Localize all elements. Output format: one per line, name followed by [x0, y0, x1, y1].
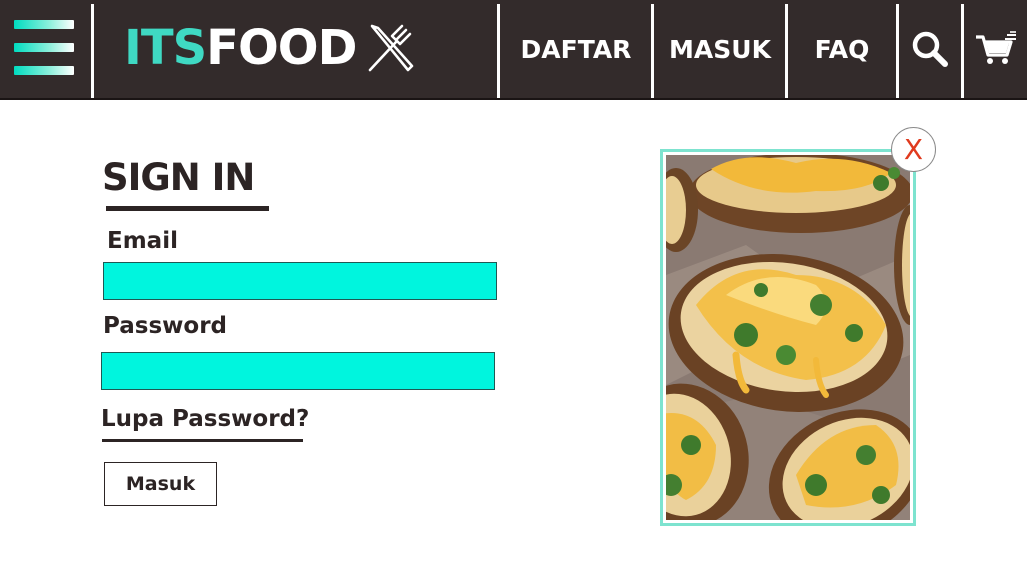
brand-logo[interactable]: ITS FOOD	[124, 18, 416, 78]
brand-name-part1: ITS	[124, 20, 207, 76]
stuffed-potato-image	[666, 155, 910, 520]
top-navbar: ITS FOOD DAFTAR MASUK FAQ	[0, 0, 1027, 100]
email-label: Email	[107, 228, 178, 254]
masuk-button[interactable]: Masuk	[104, 462, 217, 506]
password-field[interactable]	[101, 352, 495, 390]
nav-divider	[91, 4, 94, 98]
sign-in-title: SIGN IN	[102, 156, 255, 199]
cart-button[interactable]	[964, 0, 1027, 98]
brand-name-part2: FOOD	[206, 20, 357, 76]
search-icon	[912, 31, 948, 67]
search-button[interactable]	[899, 0, 961, 98]
title-underline	[106, 206, 269, 211]
food-image-panel	[660, 149, 916, 526]
forgot-password-underline	[102, 439, 303, 442]
password-label: Password	[103, 313, 227, 339]
nav-faq-link[interactable]: FAQ	[788, 0, 896, 98]
forgot-password-link[interactable]: Lupa Password?	[101, 406, 309, 432]
email-field[interactable]	[103, 262, 497, 300]
hamburger-menu-icon[interactable]	[14, 20, 76, 78]
close-icon: X	[903, 133, 924, 166]
fork-knife-icon	[369, 24, 414, 72]
cart-icon	[975, 31, 1016, 64]
close-button[interactable]: X	[891, 127, 936, 172]
nav-masuk-link[interactable]: MASUK	[654, 0, 786, 98]
nav-daftar-link[interactable]: DAFTAR	[500, 0, 652, 98]
